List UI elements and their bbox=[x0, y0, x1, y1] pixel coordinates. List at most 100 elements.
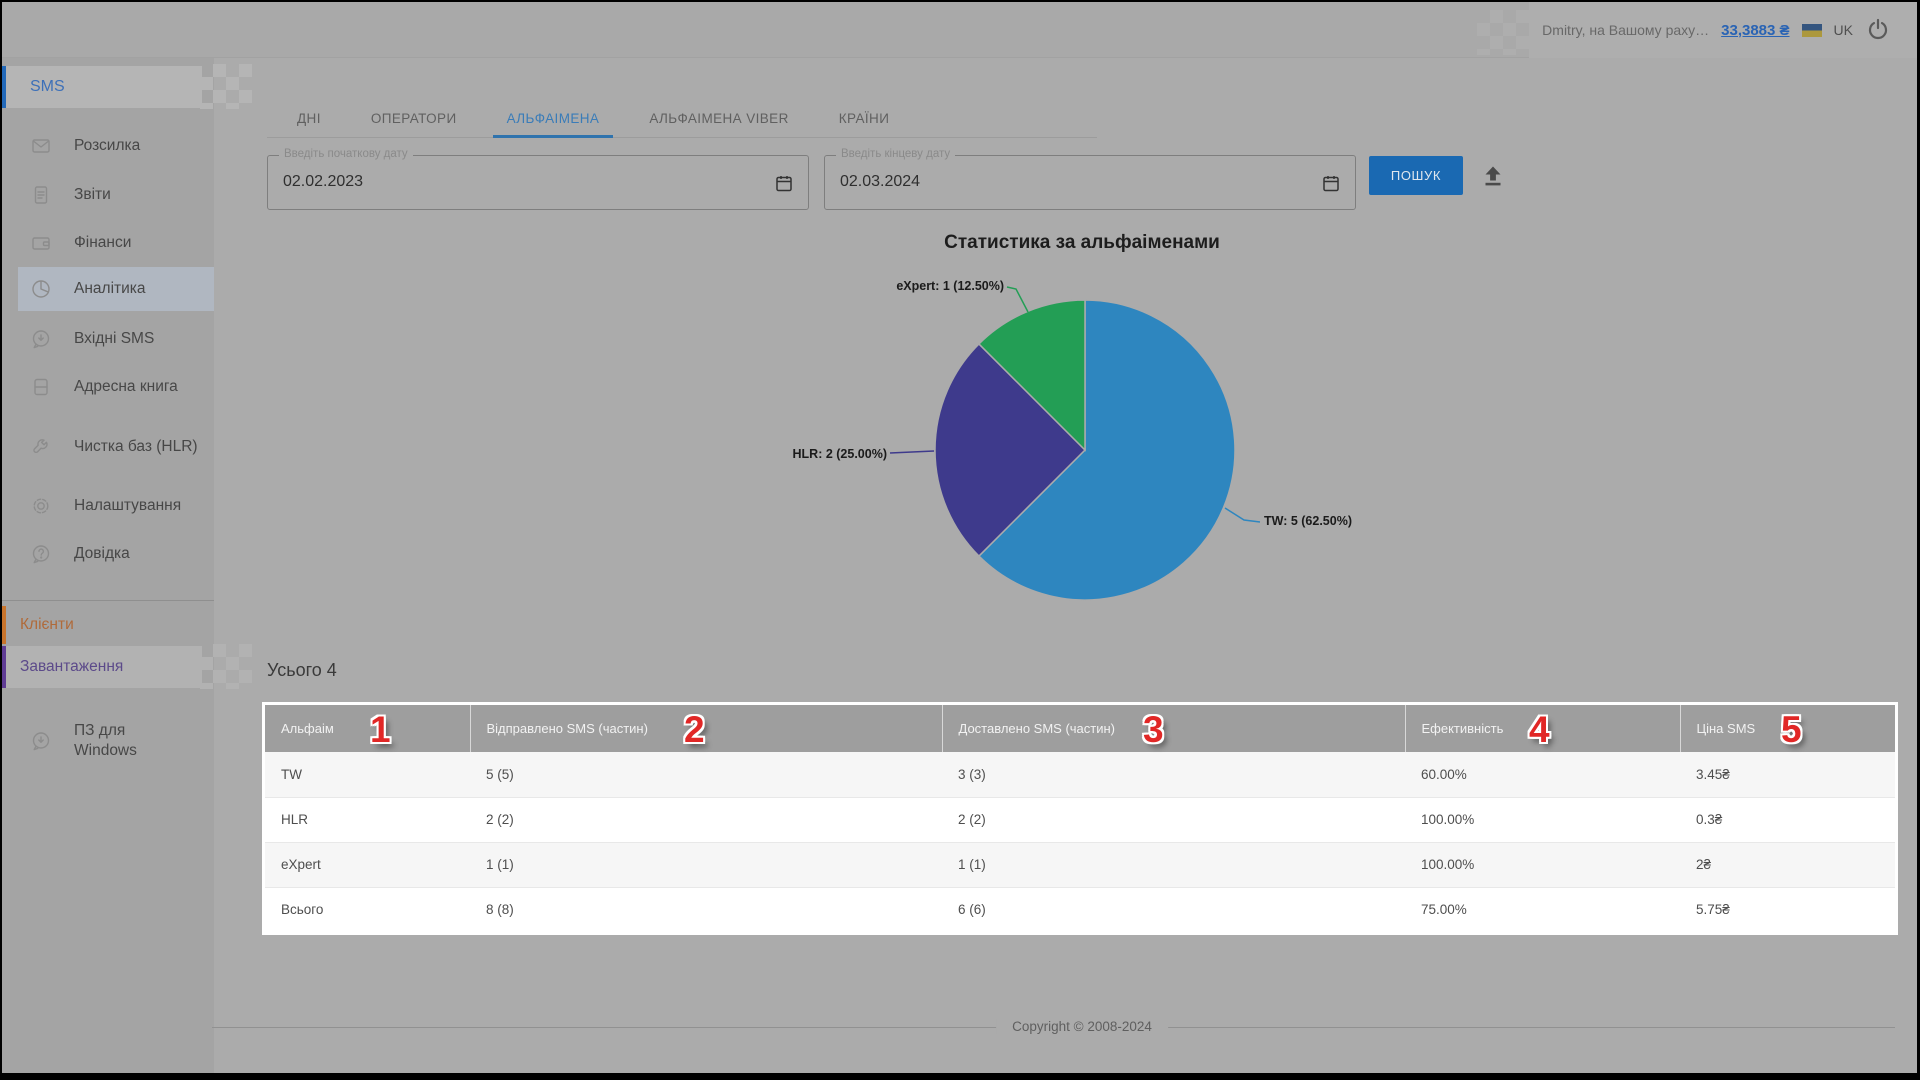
cell-price: 3.45₴ bbox=[1680, 752, 1895, 797]
tab-krainy[interactable]: КРАЇНИ bbox=[825, 98, 904, 138]
pie-chart-icon bbox=[30, 278, 52, 300]
start-date-label: Введіть початкову дату bbox=[279, 148, 413, 160]
cell-alfaname: Всього bbox=[265, 887, 470, 932]
sidebar-item-vhidni-sms[interactable]: Вхідні SMS bbox=[2, 317, 214, 361]
sidebar-divider bbox=[2, 600, 214, 601]
end-date-field[interactable]: Введіть кінцеву дату 02.03.2024 bbox=[824, 155, 1356, 210]
address-book-icon bbox=[30, 376, 52, 398]
totals-text: Усього 4 bbox=[267, 660, 337, 681]
sidebar-item-adresna-knyha[interactable]: Адресна книга bbox=[2, 365, 214, 409]
cell-delivered: 1 (1) bbox=[942, 842, 1405, 887]
export-upload-icon[interactable] bbox=[1480, 163, 1506, 189]
sidebar-item-rozsylka[interactable]: Розсилка bbox=[2, 124, 214, 168]
language-label[interactable]: UK bbox=[1834, 22, 1853, 38]
pixel-dissolve-decoration bbox=[200, 64, 252, 109]
cell-delivered: 3 (3) bbox=[942, 752, 1405, 797]
cell-price: 0.3₴ bbox=[1680, 797, 1895, 842]
pie-label-expert: eXpert: 1 (12.50%) bbox=[896, 279, 1004, 293]
cell-sent: 2 (2) bbox=[470, 797, 942, 842]
table-row: eXpert 1 (1) 1 (1) 100.00% 2₴ bbox=[265, 842, 1895, 887]
callout-3: 3 bbox=[1143, 706, 1164, 753]
cell-sent: 5 (5) bbox=[470, 752, 942, 797]
sidebar-item-nalashtuvannia[interactable]: Налаштування bbox=[2, 484, 214, 528]
report-tabs: ДНІ ОПЕРАТОРИ АЛЬФАІМЕНА АЛЬФАІМЕНА VIBE… bbox=[267, 98, 1097, 138]
cell-alfaname: TW bbox=[265, 752, 470, 797]
ukraine-flag-icon bbox=[1802, 24, 1822, 37]
gear-icon bbox=[30, 495, 52, 517]
download-icon bbox=[30, 730, 52, 752]
cell-efficiency: 100.00% bbox=[1405, 842, 1680, 887]
cell-efficiency: 60.00% bbox=[1405, 752, 1680, 797]
sidebar-item-chystka-baz[interactable]: Чистка баз (HLR) bbox=[2, 419, 214, 475]
sidebar-item-analityka[interactable]: Аналітика bbox=[18, 267, 214, 311]
sidebar-item-dovidka[interactable]: Довідка bbox=[2, 532, 214, 576]
tab-label: АЛЬФАІМЕНА bbox=[507, 111, 600, 126]
cell-efficiency: 75.00% bbox=[1405, 887, 1680, 932]
help-icon bbox=[30, 543, 52, 565]
cell-sent: 8 (8) bbox=[470, 887, 942, 932]
column-header[interactable]: Відправлено SMS (частин) bbox=[470, 705, 942, 752]
tab-label: КРАЇНИ bbox=[839, 111, 890, 126]
sidebar-section-downloads[interactable]: Завантаження bbox=[2, 646, 202, 688]
search-button[interactable]: ПОШУК bbox=[1369, 156, 1463, 195]
start-date-value[interactable]: 02.02.2023 bbox=[283, 173, 363, 191]
sidebar-item-label: Фінанси bbox=[74, 233, 198, 253]
balance-link[interactable]: 33,3883 ₴ bbox=[1721, 22, 1789, 39]
sidebar-item-zvity[interactable]: Звіти bbox=[2, 173, 214, 217]
inbox-icon bbox=[30, 328, 52, 350]
cell-price: 2₴ bbox=[1680, 842, 1895, 887]
sidebar-item-label: Чистка баз (HLR) bbox=[74, 437, 198, 457]
chart-title: Статистика за альфаіменами bbox=[267, 232, 1897, 254]
tab-label: ОПЕРАТОРИ bbox=[371, 111, 457, 126]
downloads-label: Завантаження bbox=[20, 658, 123, 676]
sidebar-item-label: ПЗ для Windows bbox=[74, 721, 164, 761]
end-date-value[interactable]: 02.03.2024 bbox=[840, 173, 920, 191]
column-header[interactable]: Альфаім bbox=[265, 705, 470, 752]
sidebar-item-label: Вхідні SMS bbox=[74, 329, 198, 349]
report-icon bbox=[30, 184, 52, 206]
pixel-dissolve-decoration bbox=[200, 644, 252, 689]
sidebar-section-clients[interactable]: Клієнти bbox=[2, 606, 202, 644]
envelope-icon bbox=[30, 135, 52, 157]
sidebar-item-label: Налаштування bbox=[74, 496, 198, 516]
cell-delivered: 6 (6) bbox=[942, 887, 1405, 932]
tab-label: АЛЬФАІМЕНА VIBER bbox=[649, 111, 788, 126]
callout-5: 5 bbox=[1781, 706, 1802, 753]
alfaname-stats-table: 1 2 3 4 5 Альфаім Відправлено SMS (части… bbox=[265, 705, 1895, 932]
tab-alfaimena[interactable]: АЛЬФАІМЕНА bbox=[493, 98, 614, 138]
sidebar-section-sms[interactable]: SMS bbox=[2, 66, 202, 108]
copyright-text: Copyright © 2008-2024 bbox=[996, 1019, 1168, 1034]
start-date-field[interactable]: Введіть початкову дату 02.02.2023 bbox=[267, 155, 809, 210]
table-header-row: Альфаім Відправлено SMS (частин) Доставл… bbox=[265, 705, 1895, 752]
tab-label: ДНІ bbox=[297, 111, 321, 126]
tab-alfaimena-viber[interactable]: АЛЬФАІМЕНА VIBER bbox=[635, 98, 802, 138]
cell-sent: 1 (1) bbox=[470, 842, 942, 887]
calendar-icon[interactable] bbox=[774, 173, 794, 193]
wrench-icon bbox=[30, 436, 52, 458]
leader-line-tw bbox=[1225, 508, 1260, 522]
sidebar-item-label: Адресна книга bbox=[74, 377, 198, 397]
app-screen: Dmitry, на Вашому раху… 33,3883 ₴ UK SMS… bbox=[2, 2, 1917, 1073]
sidebar-item-label: Звіти bbox=[74, 185, 198, 205]
sms-section-label: SMS bbox=[30, 78, 65, 96]
wallet-icon bbox=[30, 232, 52, 254]
calendar-icon[interactable] bbox=[1321, 173, 1341, 193]
sidebar-item-pz-windows[interactable]: ПЗ для Windows bbox=[2, 713, 214, 769]
sidebar-item-label: Аналітика bbox=[74, 279, 198, 299]
callout-4: 4 bbox=[1529, 706, 1550, 753]
tab-dni[interactable]: ДНІ bbox=[283, 98, 335, 138]
table-row: TW 5 (5) 3 (3) 60.00% 3.45₴ bbox=[265, 752, 1895, 797]
sidebar-item-label: Розсилка bbox=[74, 136, 198, 156]
logout-power-icon[interactable] bbox=[1865, 17, 1891, 43]
sidebar-item-finansy[interactable]: Фінанси bbox=[2, 221, 214, 265]
leader-line-expert bbox=[1007, 287, 1028, 312]
cell-price: 5.75₴ bbox=[1680, 887, 1895, 932]
pie-chart: eXpert: 1 (12.50%) HLR: 2 (25.00%) TW: 5… bbox=[792, 272, 1372, 612]
column-header[interactable]: Доставлено SMS (частин) bbox=[942, 705, 1405, 752]
callout-2: 2 bbox=[684, 706, 705, 753]
top-bar: Dmitry, на Вашому раху… 33,3883 ₴ UK bbox=[2, 2, 1917, 58]
table-row-total: Всього 8 (8) 6 (6) 75.00% 5.75₴ bbox=[265, 887, 1895, 932]
cell-alfaname: HLR bbox=[265, 797, 470, 842]
cell-alfaname: eXpert bbox=[265, 842, 470, 887]
tab-operatory[interactable]: ОПЕРАТОРИ bbox=[357, 98, 471, 138]
